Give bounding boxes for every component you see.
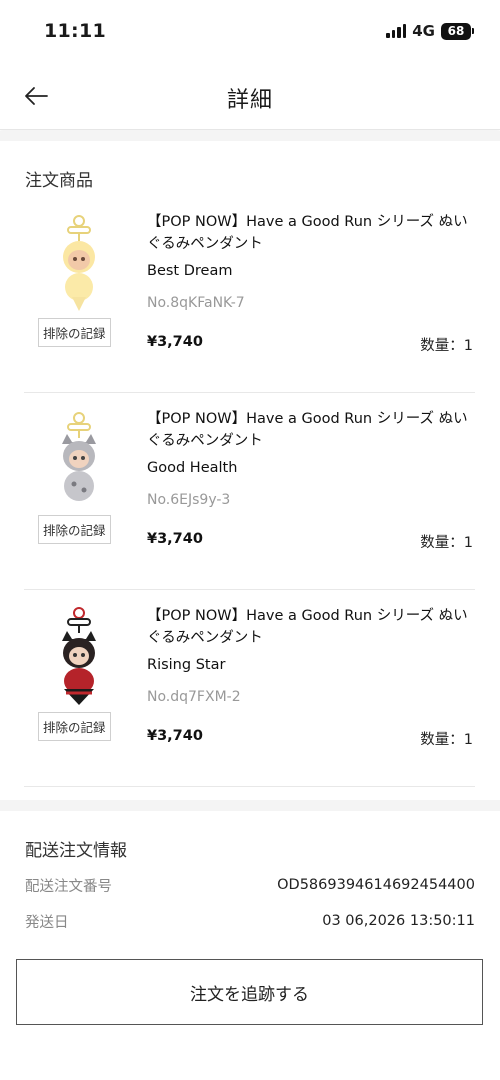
section-divider — [0, 131, 500, 141]
item-name: 【POP NOW】Have a Good Run シリーズ ぬいぐるみペンダント — [147, 214, 468, 252]
shipping-order-number-label: 配送注文番号 — [25, 878, 112, 895]
item-variant: Good Health — [147, 460, 238, 476]
remove-record-button[interactable]: 排除の記録 — [38, 712, 111, 741]
battery-nub — [472, 28, 474, 34]
item-quantity: 数量：1 — [420, 338, 473, 354]
status-indicators: 4G 68 — [386, 22, 474, 40]
item-name: 【POP NOW】Have a Good Run シリーズ ぬいぐるみペンダント — [147, 608, 468, 646]
status-bar: 11:11 4G 68 — [0, 0, 500, 64]
ship-date-label: 発送日 — [25, 914, 69, 931]
product-image — [63, 215, 95, 311]
item-sku: No.8qKFaNK-7 — [147, 295, 245, 311]
item-sku: No.6EJs9y-3 — [147, 492, 231, 508]
network-type: 4G — [412, 22, 435, 40]
battery-icon: 68 — [441, 22, 471, 40]
shipping-order-number: OD586939461469245440​0 — [277, 877, 475, 893]
page-title: 詳細 — [226, 88, 273, 113]
item-price: ¥3,740 — [147, 334, 203, 350]
item-price: ¥3,740 — [147, 531, 203, 547]
ship-date: 03 06,2026 13:50:11 — [322, 913, 475, 929]
item-sku: No.dq7FXM-2 — [147, 689, 241, 705]
product-image — [62, 412, 96, 501]
ship-date-row: 発送日 03 06,2026 13:50:11 — [25, 909, 475, 933]
item-quantity: 数量：1 — [420, 535, 473, 551]
item-quantity: 数量：1 — [420, 732, 473, 748]
product-image — [62, 607, 96, 705]
item-price: ¥3,740 — [147, 728, 203, 744]
section-divider — [0, 800, 500, 811]
order-item: 排除の記録 【POP NOW】Have a Good Run シリーズ ぬいぐる… — [24, 197, 475, 393]
remove-record-button[interactable]: 排除の記録 — [38, 515, 111, 544]
shipping-info-title: 配送注文情報 — [25, 841, 127, 861]
order-items-title: 注文商品 — [25, 171, 93, 191]
signal-icon — [386, 24, 407, 38]
order-item: 排除の記録 【POP NOW】Have a Good Run シリーズ ぬいぐる… — [24, 591, 475, 787]
shipping-order-number-row: 配送注文番号 OD586939461469245440​0 — [25, 873, 475, 897]
item-name: 【POP NOW】Have a Good Run シリーズ ぬいぐるみペンダント — [147, 411, 468, 449]
remove-record-button[interactable]: 排除の記録 — [38, 318, 111, 347]
track-order-button[interactable]: 注文を追跡する — [16, 959, 483, 1025]
status-time: 11:11 — [44, 20, 106, 42]
order-item: 排除の記録 【POP NOW】Have a Good Run シリーズ ぬいぐる… — [24, 394, 475, 590]
item-variant: Rising Star — [147, 657, 226, 673]
item-variant: Best Dream — [147, 263, 233, 279]
page-header: 詳細 — [0, 64, 500, 130]
